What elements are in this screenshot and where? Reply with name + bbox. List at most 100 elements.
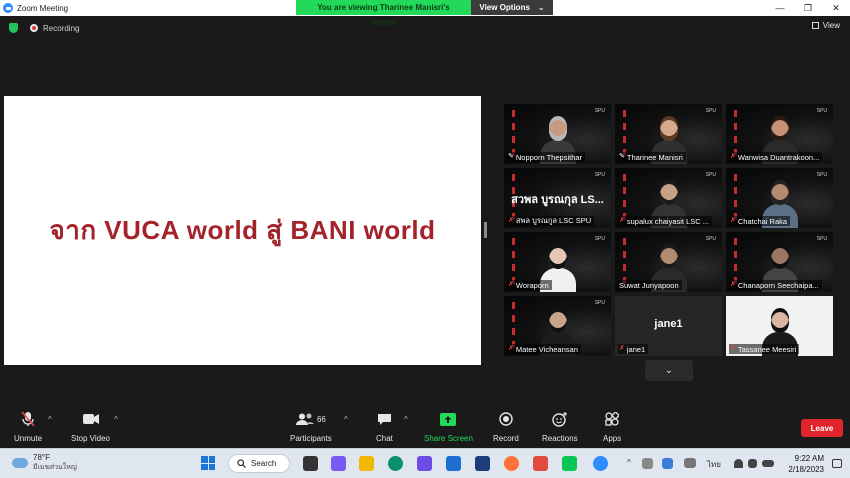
participant-tile[interactable]: SPU ✗ Chatchai Raka bbox=[726, 168, 833, 228]
people-icon bbox=[295, 413, 314, 425]
tile-display-name: สวพล บูรณกุล LS... bbox=[511, 194, 604, 206]
lscm-logo-icon bbox=[623, 238, 627, 284]
participant-tile[interactable]: SPU ✗ Chanaporn Seechaipa... bbox=[726, 232, 833, 292]
windows-start-icon[interactable] bbox=[201, 456, 215, 470]
chat-bubble-icon bbox=[377, 409, 392, 429]
participant-tile[interactable]: ✗ Tassanee Meesiri bbox=[726, 296, 833, 356]
close-button[interactable]: ✕ bbox=[822, 0, 850, 16]
reactions-label: Reactions bbox=[542, 434, 578, 443]
spu-logo-icon: SPU bbox=[705, 172, 716, 178]
task-view-icon[interactable] bbox=[303, 456, 318, 471]
leave-button[interactable]: Leave bbox=[801, 419, 843, 437]
share-screen-button[interactable]: Share Screen bbox=[424, 409, 473, 443]
muted-microphone-icon: ✗ bbox=[730, 281, 736, 288]
muted-microphone-icon: ✗ bbox=[619, 217, 625, 224]
lscm-logo-icon bbox=[512, 110, 516, 156]
encryption-shield-icon[interactable] bbox=[9, 23, 18, 33]
copilot-icon[interactable] bbox=[417, 456, 432, 471]
participant-name: Chatchai Raka bbox=[737, 216, 788, 226]
share-screen-icon bbox=[440, 409, 457, 429]
apps-icon bbox=[605, 409, 620, 429]
participant-name-tag: ✗ jane1 bbox=[618, 344, 649, 354]
chevron-down-icon: ⌄ bbox=[537, 3, 545, 12]
participant-tile[interactable]: jane1 ✗ jane1 bbox=[615, 296, 722, 356]
record-button[interactable]: Record bbox=[493, 409, 519, 443]
audio-options-caret[interactable]: ^ bbox=[48, 415, 52, 424]
keyboard-icon[interactable] bbox=[684, 458, 696, 468]
tray-cloud-icon[interactable] bbox=[662, 458, 673, 469]
spu-logo-icon: SPU bbox=[594, 172, 605, 178]
firefox-icon[interactable] bbox=[504, 456, 519, 471]
participants-options-caret[interactable]: ^ bbox=[344, 415, 348, 424]
apps-button[interactable]: Apps bbox=[603, 409, 621, 443]
weather-widget[interactable]: 78°F มีเมฆส่วนใหญ่ bbox=[12, 453, 77, 473]
view-options-button[interactable]: View Options ⌄ bbox=[471, 0, 553, 15]
participant-name-tag: ✗ supalux chaiyasit LSC ... bbox=[618, 216, 712, 226]
viewing-message: You are viewing Tharinee Manisri's scree… bbox=[296, 0, 471, 27]
participant-name-tag: ✗ Woraporn bbox=[507, 280, 552, 290]
shared-screen: จาก VUCA world สู่ BANI world bbox=[4, 96, 481, 365]
reactions-button[interactable]: Reactions bbox=[542, 409, 578, 443]
participants-button[interactable]: 66 Participants bbox=[290, 409, 332, 443]
teams-chat-icon[interactable] bbox=[331, 456, 346, 471]
muted-microphone-icon: ✗ bbox=[508, 217, 514, 224]
file-explorer-icon[interactable] bbox=[359, 456, 374, 471]
input-language[interactable]: ไทย bbox=[707, 458, 721, 471]
participant-tile[interactable]: SPU Suwat Junyapoon bbox=[615, 232, 722, 292]
screen-share-banner: You are viewing Tharinee Manisri's scree… bbox=[296, 0, 553, 27]
participant-tile[interactable]: SPU ✗ Woraporn bbox=[504, 232, 611, 292]
participants-count: 66 bbox=[316, 414, 326, 424]
taskbar-search[interactable]: Search bbox=[228, 454, 290, 473]
zoom-taskbar-icon[interactable] bbox=[593, 456, 608, 471]
minimize-button[interactable]: — bbox=[766, 0, 794, 16]
spu-logo-icon: SPU bbox=[594, 236, 605, 242]
stop-video-button[interactable]: Stop Video bbox=[71, 409, 110, 443]
battery-icon[interactable] bbox=[762, 460, 774, 467]
recording-label: Recording bbox=[43, 23, 80, 33]
stop-video-label: Stop Video bbox=[71, 434, 110, 443]
system-clock[interactable]: 9:22 AM 2/18/2023 bbox=[788, 453, 824, 475]
muted-microphone-icon: ✗ bbox=[508, 281, 514, 288]
muted-microphone-icon: ✗ bbox=[730, 217, 736, 224]
participant-tile[interactable]: SPU ✗ Wanwisa Duantrakoon... bbox=[726, 104, 833, 164]
grid-icon bbox=[811, 22, 819, 29]
participant-name-tag: ✎ Tharinee Manisri bbox=[618, 152, 686, 162]
edge-browser-icon[interactable] bbox=[388, 456, 403, 471]
unmute-button[interactable]: Unmute bbox=[14, 409, 42, 443]
spu-logo-icon: SPU bbox=[594, 108, 605, 114]
chat-button[interactable]: Chat bbox=[376, 409, 393, 443]
wifi-icon[interactable] bbox=[734, 459, 743, 468]
tray-overflow-caret[interactable]: ^ bbox=[627, 458, 631, 467]
participant-tile[interactable]: SPU ✎ Nopporn Thepsithar bbox=[504, 104, 611, 164]
spu-logo-icon: SPU bbox=[705, 236, 716, 242]
participant-tile[interactable]: SPU สวพล บูรณกุล LS... ✗ สพล บูรณกูล LSC SP… bbox=[504, 168, 611, 228]
zoom-logo-icon bbox=[3, 3, 13, 13]
participants-label: Participants bbox=[290, 434, 332, 443]
spu-logo-icon: SPU bbox=[705, 108, 716, 114]
tray-app-icon[interactable] bbox=[642, 458, 653, 469]
lscm-logo-icon bbox=[734, 174, 738, 220]
participant-tile[interactable]: SPU ✎ Tharinee Manisri bbox=[615, 104, 722, 164]
maximize-button[interactable]: ❐ bbox=[794, 0, 822, 16]
line-app-icon[interactable] bbox=[562, 456, 577, 471]
resize-handle[interactable] bbox=[484, 222, 487, 238]
chat-options-caret[interactable]: ^ bbox=[404, 415, 408, 424]
spu-logo-icon: SPU bbox=[816, 172, 827, 178]
clock-date: 2/18/2023 bbox=[788, 465, 824, 474]
volume-icon[interactable] bbox=[748, 459, 757, 468]
photos-app-icon[interactable] bbox=[475, 456, 490, 471]
notification-icon[interactable] bbox=[832, 459, 842, 468]
lscm-logo-icon bbox=[512, 238, 516, 284]
participant-tile[interactable]: SPU ✗ supalux chaiyasit LSC ... bbox=[615, 168, 722, 228]
windows-taskbar: 78°F มีเมฆส่วนใหญ่ Search ^ ไทย 9:22 AM … bbox=[0, 448, 850, 478]
participant-tile[interactable]: SPU ✗ Matee Vicheansan bbox=[504, 296, 611, 356]
lscm-logo-icon bbox=[734, 238, 738, 284]
view-button[interactable]: View bbox=[811, 21, 840, 30]
video-options-caret[interactable]: ^ bbox=[114, 415, 118, 424]
participant-name-tag: ✗ Wanwisa Duantrakoon... bbox=[729, 152, 823, 162]
gallery-more-button[interactable]: ⌄ bbox=[645, 360, 693, 381]
participant-name-tag: ✗ Matee Vicheansan bbox=[507, 344, 581, 354]
office-app-icon[interactable] bbox=[533, 456, 548, 471]
participant-name: Nopporn Thepsithar bbox=[515, 152, 583, 162]
mail-icon[interactable] bbox=[446, 456, 461, 471]
